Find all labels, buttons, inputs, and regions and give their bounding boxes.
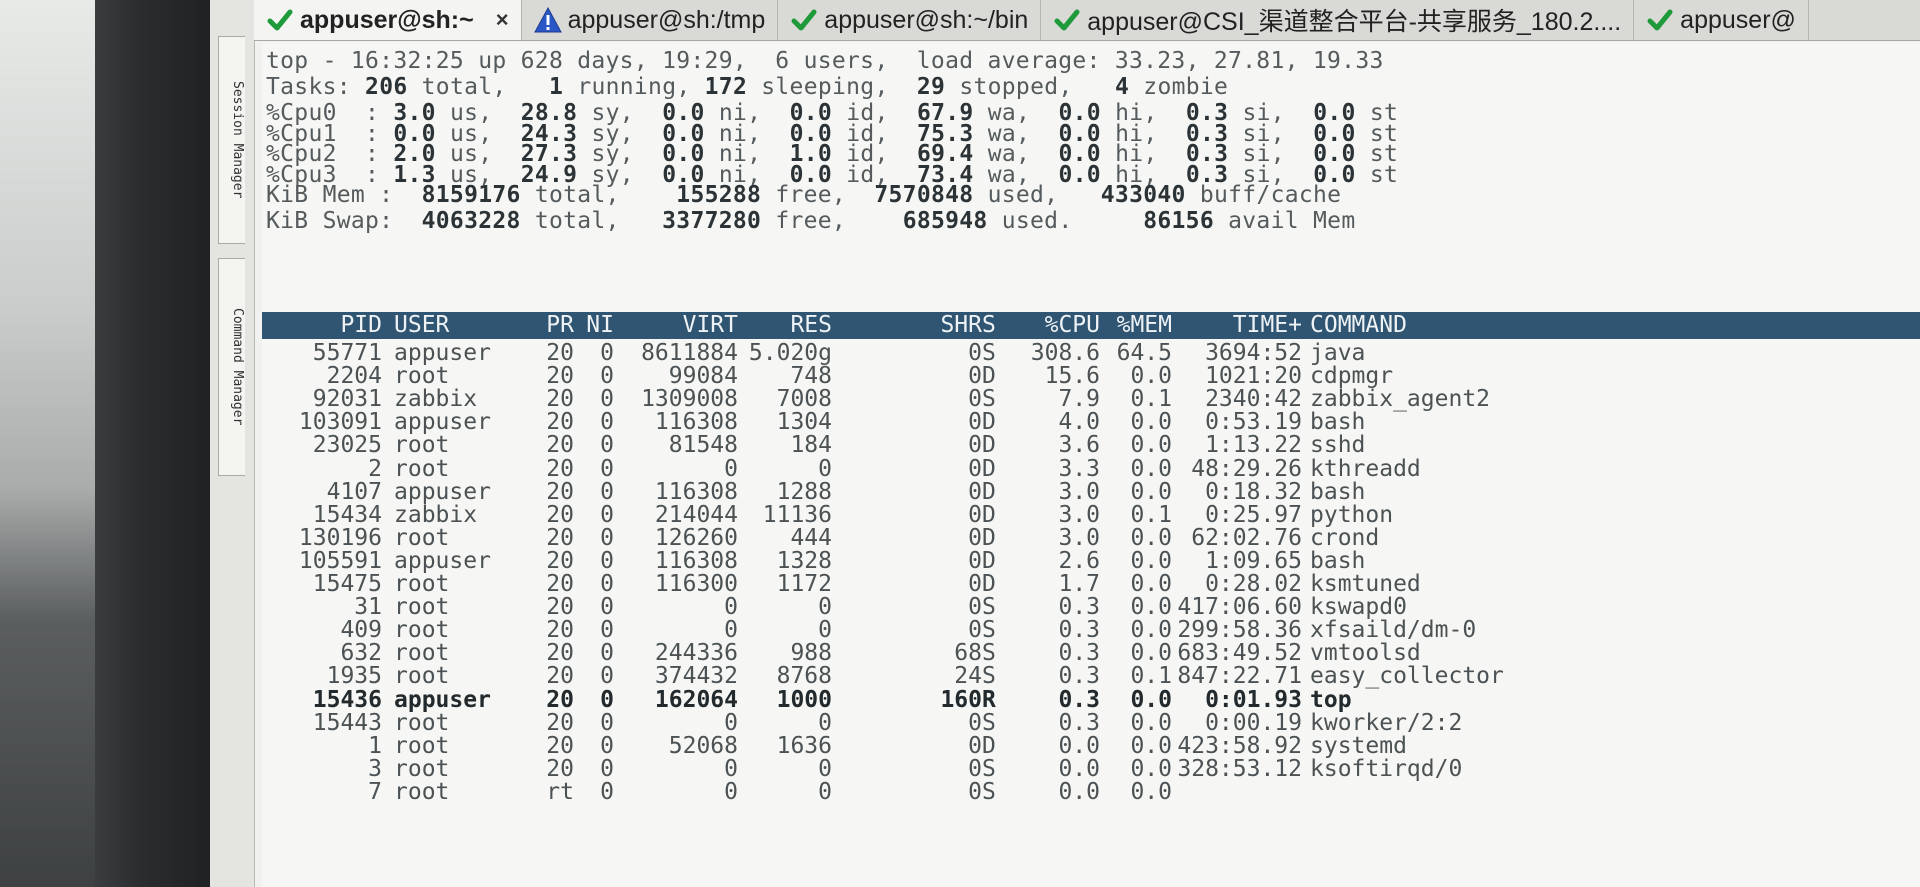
column-header[interactable]: TIME+ — [1162, 312, 1302, 339]
swap-line: KiB Swap: 4063228 total, 3377280 free, 6… — [266, 208, 1356, 234]
table-cell: 0.0 — [1058, 778, 1100, 805]
side-panel: Session Manager Command Manager — [210, 0, 255, 887]
monitor-bezel — [95, 0, 210, 887]
check-icon — [266, 6, 294, 34]
tab-label: appuser@sh:/tmp — [567, 5, 766, 34]
tab-appuser-more[interactable]: appuser@ — [1634, 0, 1809, 40]
session-manager-tab[interactable]: Session Manager — [218, 36, 245, 244]
tab-bar: appuser@sh:~ × appuser@sh:/tmp appuser@s… — [254, 0, 1920, 41]
mem-line: KiB Mem : 8159176 total, 155288 free, 75… — [266, 182, 1342, 208]
table-row: 7 root rt 0 0 0 0 S 0.0 0.0 — [262, 778, 1920, 806]
table-cell: root — [394, 778, 450, 805]
tab-label: appuser@sh:~/bin — [824, 5, 1029, 34]
tab-appuser-csi[interactable]: appuser@CSI_渠道整合平台-共享服务_180.2.... — [1041, 0, 1635, 40]
column-header[interactable]: %CPU — [992, 312, 1100, 339]
command-manager-tab[interactable]: Command Manager — [218, 258, 245, 476]
terminal-output[interactable]: top - 16:32:25 up 628 days, 19:29, 6 use… — [262, 42, 1920, 887]
tab-label: appuser@ — [1680, 5, 1796, 34]
column-header[interactable]: RES — [732, 312, 832, 339]
table-cell: 7 — [368, 778, 382, 805]
process-table-header: PID USER PR NI VIRT RES SHR S %CPU %MEM TIME+ COMMA… — [262, 312, 1920, 339]
column-header[interactable]: PID — [262, 312, 382, 339]
check-icon — [1053, 6, 1081, 34]
column-header[interactable]: USER — [394, 312, 514, 339]
tasks-line: Tasks: 206 total, 1 running, 172 sleepin… — [266, 74, 1229, 100]
terminal-window: Session Manager Command Manager appuser@… — [210, 0, 1920, 887]
column-header[interactable]: COMMAND — [1310, 312, 1610, 339]
tab-appuser-tmp[interactable]: appuser@sh:/tmp — [522, 0, 779, 40]
uptime-line: top - 16:32:25 up 628 days, 19:29, 6 use… — [266, 48, 1384, 74]
column-header[interactable]: NI — [552, 312, 614, 339]
table-cell: 0.0 — [1130, 778, 1172, 805]
tab-appuser-home[interactable]: appuser@sh:~ × — [254, 0, 522, 40]
close-tab-icon[interactable]: × — [496, 7, 509, 33]
check-icon — [1646, 6, 1674, 34]
warning-icon — [533, 6, 562, 34]
table-cell: 0 — [724, 778, 738, 805]
tab-appuser-bin[interactable]: appuser@sh:~/bin — [778, 0, 1042, 40]
column-header[interactable]: %MEM — [1092, 312, 1172, 339]
table-cell: 0 — [968, 778, 982, 805]
tab-label: appuser@CSI_渠道整合平台-共享服务_180.2.... — [1087, 8, 1622, 36]
column-header[interactable]: SHR — [842, 312, 982, 339]
table-cell: 0 — [600, 778, 614, 805]
tab-label: appuser@sh:~ — [300, 5, 474, 34]
background-photo-area — [0, 0, 95, 887]
check-icon — [790, 6, 818, 34]
table-cell: 0 — [818, 778, 832, 805]
column-header[interactable]: VIRT — [618, 312, 738, 339]
